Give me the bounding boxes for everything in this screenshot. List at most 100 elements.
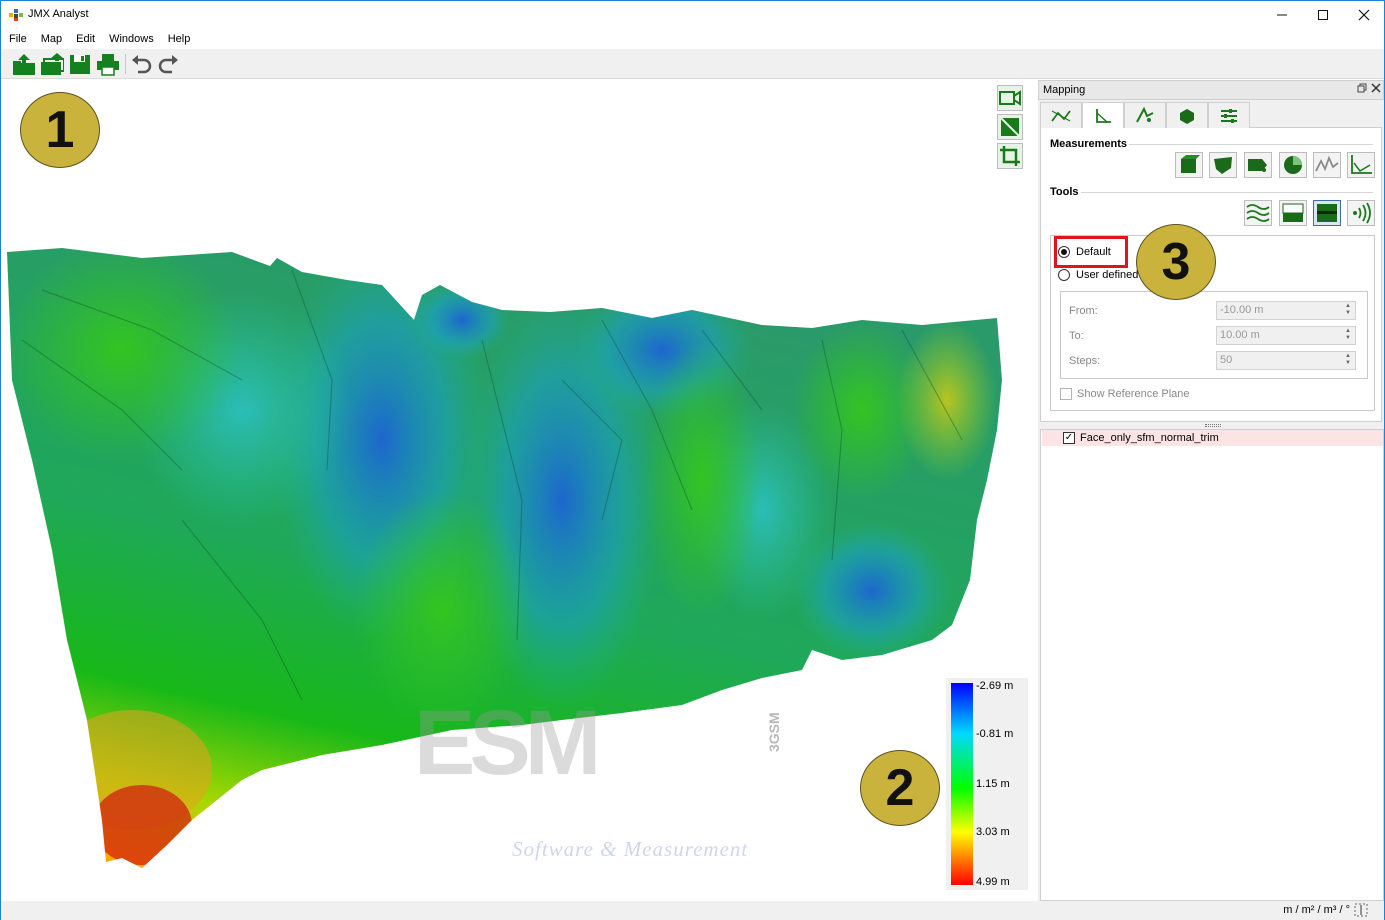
tab-distance[interactable] — [1040, 102, 1082, 128]
steps-value: 50 — [1220, 354, 1233, 366]
callout-badge-1: 1 — [20, 92, 100, 168]
angle-chart-button[interactable] — [1347, 152, 1375, 178]
to-label: To: — [1069, 330, 1084, 342]
color-scale-legend: -2.69 m -0.81 m 1.15 m 3.03 m 4.99 m — [946, 678, 1028, 890]
menu-map[interactable]: Map — [41, 33, 62, 45]
contour-icon — [1246, 204, 1270, 222]
show-reference-plane-row[interactable]: Show Reference Plane — [1060, 388, 1190, 400]
panel-close-button[interactable] — [1371, 83, 1381, 96]
undo-icon — [132, 55, 152, 74]
from-spinbox[interactable]: -10.00 m ▲ ▼ — [1216, 301, 1356, 320]
save-button[interactable] — [68, 52, 92, 76]
layer-name: Face_only_sfm_normal_trim — [1080, 432, 1219, 444]
signal-tool-button[interactable] — [1347, 200, 1375, 226]
highlight-box — [1054, 236, 1128, 268]
redo-icon — [158, 55, 178, 74]
3d-viewport[interactable]: ESM Software & Measurement 3GSM 1 2 -2.6… — [2, 80, 1033, 900]
status-bar: m / m² / m³ / ° — [1, 901, 1384, 920]
menu-edit[interactable]: Edit — [76, 33, 95, 45]
float-icon — [1357, 83, 1367, 93]
profile-measure-button[interactable] — [1313, 152, 1341, 178]
user-defined-radio-label: User defined — [1076, 269, 1139, 281]
tab-angle[interactable] — [1082, 102, 1124, 129]
spin-arrows-icon[interactable]: ▲ ▼ — [1343, 328, 1353, 342]
app-title: JMX Analyst — [28, 8, 89, 20]
menu-windows[interactable]: Windows — [109, 33, 154, 45]
distance-map-icon — [1317, 204, 1337, 222]
to-spinbox[interactable]: 10.00 m ▲ ▼ — [1216, 326, 1356, 345]
spin-arrows-icon[interactable]: ▲ ▼ — [1343, 303, 1353, 317]
settings-icon — [1221, 108, 1237, 123]
box-measure-button[interactable] — [1175, 152, 1203, 178]
crop-icon — [1000, 146, 1020, 166]
minimize-icon — [1277, 14, 1287, 16]
tools-heading: Tools — [1050, 186, 1079, 198]
tab-point[interactable] — [1124, 102, 1166, 128]
crop-button[interactable] — [997, 143, 1023, 169]
tab-settings[interactable] — [1208, 102, 1250, 128]
panel-title: Mapping — [1043, 84, 1086, 96]
panel-float-button[interactable] — [1357, 83, 1367, 96]
open-folder-button[interactable] — [40, 52, 65, 76]
spin-arrows-icon[interactable]: ▲ ▼ — [1343, 353, 1353, 367]
splitter-handle[interactable] — [1205, 424, 1221, 427]
area-icon — [1248, 159, 1267, 172]
undo-button[interactable] — [129, 52, 153, 76]
range-settings: From: -10.00 m ▲ ▼ To: 10.00 m ▲ ▼ Steps: … — [1060, 291, 1368, 379]
distance-map-tool-button[interactable] — [1313, 200, 1341, 226]
to-value: 10.00 m — [1220, 329, 1260, 341]
pie-measure-button[interactable] — [1279, 152, 1307, 178]
maximize-button[interactable] — [1303, 1, 1343, 29]
layer-list: ✓ Face_only_sfm_normal_trim — [1040, 429, 1384, 901]
print-button[interactable] — [96, 52, 120, 76]
color-scale-label: -0.81 m — [976, 728, 1014, 740]
svg-text:ESM: ESM — [414, 700, 596, 780]
menu-file[interactable]: File — [9, 33, 27, 45]
minimize-button[interactable] — [1262, 1, 1302, 29]
unit-toggle-button[interactable] — [1354, 903, 1368, 920]
signal-icon — [1353, 202, 1371, 224]
plane-icon — [1282, 203, 1304, 222]
close-button[interactable] — [1344, 1, 1384, 29]
contour-tool-button[interactable] — [1244, 200, 1272, 226]
steps-spinbox[interactable]: 50 ▲ ▼ — [1216, 351, 1356, 370]
plane-tool-button[interactable] — [1279, 200, 1307, 226]
panel-tabs — [1040, 102, 1382, 129]
angle-icon — [1096, 109, 1111, 123]
view-tools — [997, 85, 1027, 172]
from-label: From: — [1069, 305, 1098, 317]
unit-toggle-icon — [1354, 903, 1368, 917]
fit-view-icon — [1000, 117, 1020, 137]
show-reference-plane-checkbox[interactable] — [1060, 388, 1072, 400]
fit-view-button[interactable] — [997, 114, 1023, 140]
mapping-panel: Mapping Measurements Tools Default User … — [1038, 80, 1384, 901]
tab-volume[interactable] — [1166, 102, 1208, 128]
title-bar: JMX Analyst — [1, 1, 1384, 29]
box-icon — [1181, 155, 1200, 173]
list-item[interactable]: ✓ Face_only_sfm_normal_trim — [1042, 430, 1383, 446]
user-defined-radio-row[interactable]: User defined — [1058, 269, 1138, 281]
app-window: JMX Analyst File Map Edit Windows Help E… — [0, 0, 1385, 920]
close-icon — [1358, 9, 1370, 21]
open-project-button[interactable] — [12, 52, 36, 76]
polygon-measure-button[interactable] — [1209, 152, 1237, 178]
color-scale-label: -2.69 m — [976, 680, 1014, 692]
angle-tab-content: Measurements Tools Default User defined … — [1040, 128, 1382, 422]
steps-label: Steps: — [1069, 355, 1101, 367]
open-project-icon — [13, 54, 35, 75]
print-icon — [97, 54, 119, 76]
layer-visible-checkbox[interactable]: ✓ — [1063, 432, 1075, 444]
point-icon — [1136, 106, 1154, 122]
camera-button[interactable] — [997, 85, 1023, 111]
callout-badge-2: 2 — [860, 750, 940, 826]
menu-help[interactable]: Help — [168, 33, 191, 45]
angle-chart-icon — [1351, 155, 1372, 174]
redo-button[interactable] — [157, 52, 181, 76]
watermark-logo: ESM — [414, 700, 602, 780]
user-defined-radio[interactable] — [1058, 269, 1070, 281]
area-measure-button[interactable] — [1244, 152, 1272, 178]
color-scale-gradient — [951, 683, 973, 885]
open-folder-icon — [41, 53, 65, 75]
volume-icon — [1180, 108, 1194, 124]
camera-icon — [999, 90, 1021, 106]
